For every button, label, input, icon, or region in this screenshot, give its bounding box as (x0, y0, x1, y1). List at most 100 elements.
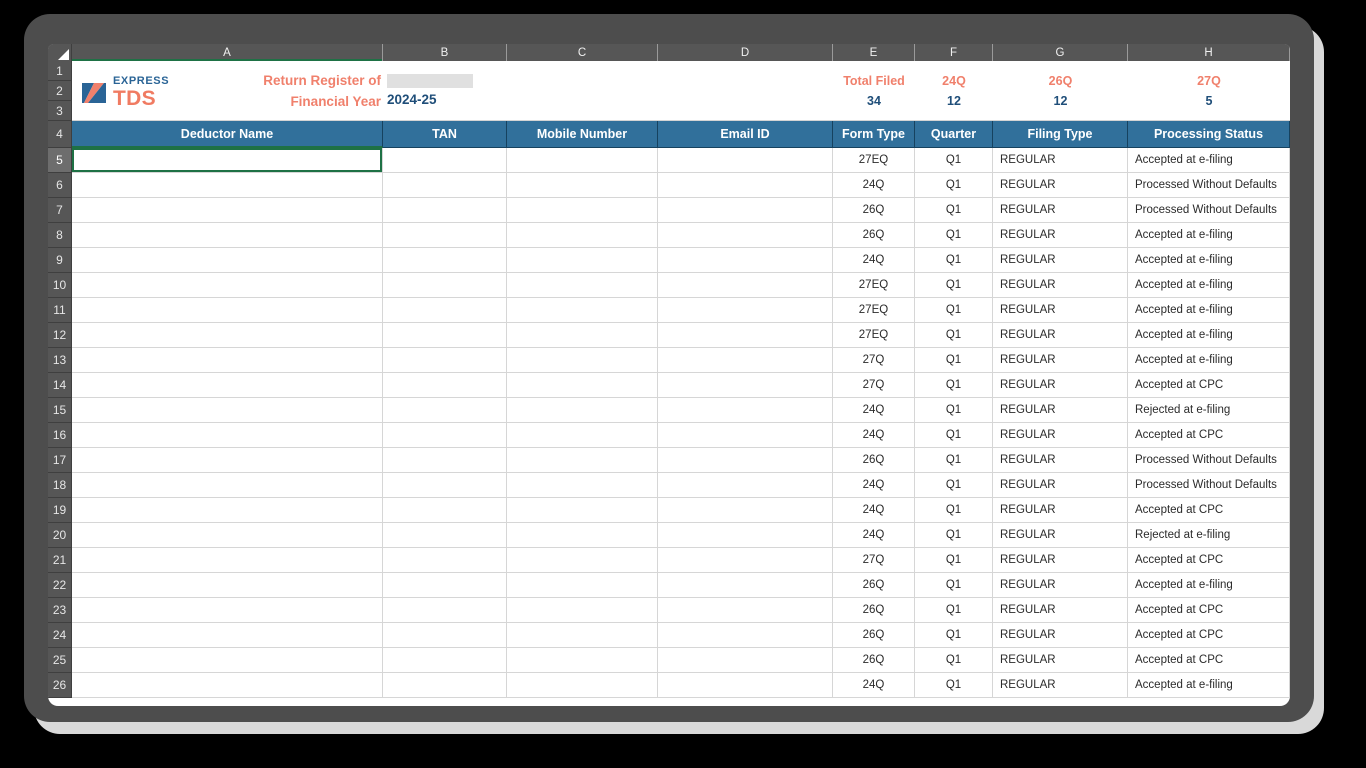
cell-deductor-name[interactable] (72, 323, 383, 348)
cell-form-type[interactable]: 27Q (833, 373, 915, 398)
cell-form-type[interactable]: 27EQ (833, 298, 915, 323)
cell-mobile-number[interactable] (507, 198, 658, 223)
cell-filing-type[interactable]: REGULAR (993, 323, 1128, 348)
table-row[interactable]: 9 24Q Q1 REGULAR Accepted at e-filing (48, 248, 1290, 273)
column-form-type[interactable]: Form Type (833, 121, 915, 148)
cell-filing-type[interactable]: REGULAR (993, 623, 1128, 648)
cell-filing-type[interactable]: REGULAR (993, 273, 1128, 298)
cell-mobile-number[interactable] (507, 473, 658, 498)
cell-quarter[interactable]: Q1 (915, 198, 993, 223)
cell-deductor-name[interactable] (72, 173, 383, 198)
cell-quarter[interactable]: Q1 (915, 598, 993, 623)
cell-filing-type[interactable]: REGULAR (993, 173, 1128, 198)
row-header-18[interactable]: 18 (48, 473, 72, 498)
column-header-c[interactable]: C (507, 44, 658, 61)
cell-mobile-number[interactable] (507, 448, 658, 473)
table-row[interactable]: 15 24Q Q1 REGULAR Rejected at e-filing (48, 398, 1290, 423)
column-tan[interactable]: TAN (383, 121, 507, 148)
cell-mobile-number[interactable] (507, 548, 658, 573)
row-header-24[interactable]: 24 (48, 623, 72, 648)
table-row[interactable]: 26 24Q Q1 REGULAR Accepted at e-filing (48, 673, 1290, 698)
table-row[interactable]: 6 24Q Q1 REGULAR Processed Without Defaults (48, 173, 1290, 198)
cell-email-id[interactable] (658, 323, 833, 348)
cell-quarter[interactable]: Q1 (915, 323, 993, 348)
cell-deductor-name[interactable] (72, 148, 383, 173)
row-header-2[interactable]: 2 (48, 81, 72, 101)
table-row[interactable]: 17 26Q Q1 REGULAR Processed Without Defaults (48, 448, 1290, 473)
cell-form-type[interactable]: 24Q (833, 523, 915, 548)
cell-filing-type[interactable]: REGULAR (993, 648, 1128, 673)
cell-form-type[interactable]: 24Q (833, 498, 915, 523)
cell-filing-type[interactable]: REGULAR (993, 148, 1128, 173)
cell-email-id[interactable] (658, 548, 833, 573)
row-header-22[interactable]: 22 (48, 573, 72, 598)
row-header-20[interactable]: 20 (48, 523, 72, 548)
cell-deductor-name[interactable] (72, 398, 383, 423)
cell-processing-status[interactable]: Accepted at CPC (1128, 548, 1290, 573)
row-header-25[interactable]: 25 (48, 648, 72, 673)
cell-tan[interactable] (383, 298, 507, 323)
cell-filing-type[interactable]: REGULAR (993, 348, 1128, 373)
row-header-7[interactable]: 7 (48, 198, 72, 223)
row-header-4[interactable]: 4 (48, 121, 72, 148)
cell-tan[interactable] (383, 248, 507, 273)
cell-mobile-number[interactable] (507, 323, 658, 348)
cell-form-type[interactable]: 24Q (833, 473, 915, 498)
cell-email-id[interactable] (658, 623, 833, 648)
cell-quarter[interactable]: Q1 (915, 423, 993, 448)
cell-email-id[interactable] (658, 273, 833, 298)
cell-form-type[interactable]: 24Q (833, 248, 915, 273)
cell-quarter[interactable]: Q1 (915, 148, 993, 173)
column-quarter[interactable]: Quarter (915, 121, 993, 148)
cell-mobile-number[interactable] (507, 173, 658, 198)
row-header-23[interactable]: 23 (48, 598, 72, 623)
row-header-21[interactable]: 21 (48, 548, 72, 573)
cell-deductor-name[interactable] (72, 673, 383, 698)
cell-tan[interactable] (383, 273, 507, 298)
cell-form-type[interactable]: 26Q (833, 623, 915, 648)
cell-mobile-number[interactable] (507, 673, 658, 698)
table-row[interactable]: 18 24Q Q1 REGULAR Processed Without Defaults (48, 473, 1290, 498)
cell-filing-type[interactable]: REGULAR (993, 498, 1128, 523)
cell-form-type[interactable]: 24Q (833, 398, 915, 423)
table-row[interactable]: 11 27EQ Q1 REGULAR Accepted at e-filing (48, 298, 1290, 323)
table-row[interactable]: 8 26Q Q1 REGULAR Accepted at e-filing (48, 223, 1290, 248)
cell-mobile-number[interactable] (507, 348, 658, 373)
cell-quarter[interactable]: Q1 (915, 648, 993, 673)
cell-form-type[interactable]: 27EQ (833, 323, 915, 348)
cell-form-type[interactable]: 26Q (833, 573, 915, 598)
cell-deductor-name[interactable] (72, 623, 383, 648)
cell-email-id[interactable] (658, 248, 833, 273)
cell-deductor-name[interactable] (72, 548, 383, 573)
cell-mobile-number[interactable] (507, 523, 658, 548)
cell-tan[interactable] (383, 473, 507, 498)
table-row[interactable]: 12 27EQ Q1 REGULAR Accepted at e-filing (48, 323, 1290, 348)
cell-quarter[interactable]: Q1 (915, 548, 993, 573)
cell-processing-status[interactable]: Processed Without Defaults (1128, 448, 1290, 473)
cell-tan[interactable] (383, 673, 507, 698)
cell-tan[interactable] (383, 598, 507, 623)
cell-deductor-name[interactable] (72, 273, 383, 298)
row-header-8[interactable]: 8 (48, 223, 72, 248)
cell-processing-status[interactable]: Processed Without Defaults (1128, 173, 1290, 198)
cell-quarter[interactable]: Q1 (915, 473, 993, 498)
cell-processing-status[interactable]: Accepted at CPC (1128, 598, 1290, 623)
cell-deductor-name[interactable] (72, 298, 383, 323)
column-header-g[interactable]: G (993, 44, 1128, 61)
table-row[interactable]: 19 24Q Q1 REGULAR Accepted at CPC (48, 498, 1290, 523)
cell-filing-type[interactable]: REGULAR (993, 448, 1128, 473)
cell-tan[interactable] (383, 548, 507, 573)
row-header-14[interactable]: 14 (48, 373, 72, 398)
cell-deductor-name[interactable] (72, 248, 383, 273)
table-row[interactable]: 7 26Q Q1 REGULAR Processed Without Defaults (48, 198, 1290, 223)
cell-tan[interactable] (383, 573, 507, 598)
cell-email-id[interactable] (658, 673, 833, 698)
cell-mobile-number[interactable] (507, 148, 658, 173)
column-header-d[interactable]: D (658, 44, 833, 61)
cell-filing-type[interactable]: REGULAR (993, 523, 1128, 548)
cell-deductor-name[interactable] (72, 373, 383, 398)
cell-quarter[interactable]: Q1 (915, 498, 993, 523)
cell-mobile-number[interactable] (507, 248, 658, 273)
cell-mobile-number[interactable] (507, 573, 658, 598)
cell-quarter[interactable]: Q1 (915, 173, 993, 198)
